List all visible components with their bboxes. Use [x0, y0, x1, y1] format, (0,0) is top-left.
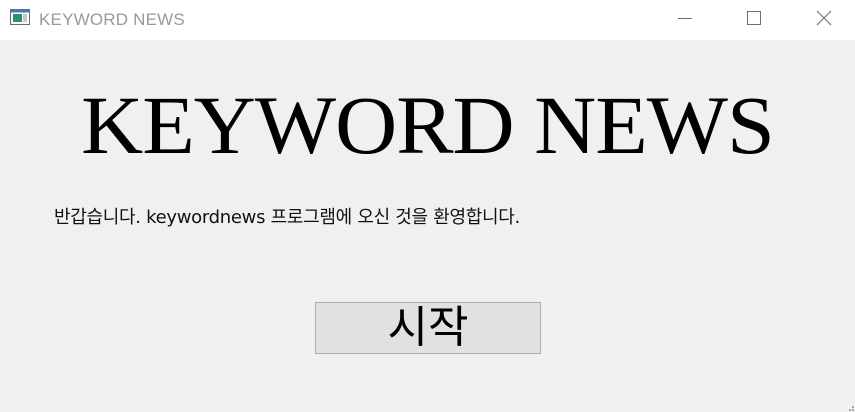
close-button[interactable]	[801, 0, 847, 36]
page-title: KEYWORD NEWS	[81, 79, 775, 172]
maximize-icon	[747, 11, 761, 25]
window-app-icon	[10, 9, 30, 25]
maximize-button[interactable]	[731, 0, 777, 36]
minimize-icon	[678, 18, 692, 19]
minimize-button[interactable]	[662, 0, 708, 36]
window-title: KEYWORD NEWS	[39, 10, 185, 29]
title-bar[interactable]: KEYWORD NEWS	[0, 0, 855, 40]
start-button-label: 시작	[387, 302, 469, 353]
app-window: KEYWORD NEWS KEYWORD NEWS 반갑습니다. keyword…	[0, 0, 855, 412]
resize-grip-icon[interactable]	[843, 400, 855, 412]
close-icon	[816, 10, 832, 26]
welcome-message: 반갑습니다. keywordnews 프로그램에 오신 것을 환영합니다.	[54, 207, 520, 228]
start-button[interactable]: 시작	[315, 302, 541, 354]
